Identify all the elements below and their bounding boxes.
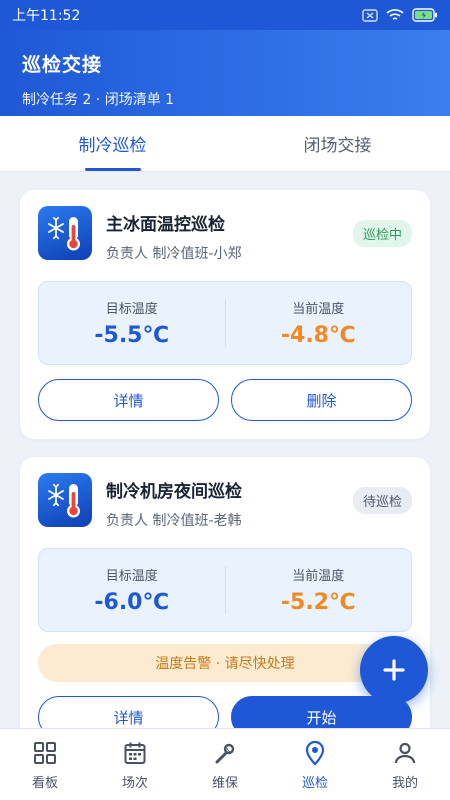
task-card: 主冰面温控巡检 负责人 制冷值班-小郑 巡检中 目标温度 -5.5℃ 当前温度 …: [20, 190, 430, 439]
tab-closing-handover[interactable]: 闭场交接: [225, 116, 450, 171]
grid-icon: [31, 739, 59, 767]
nav-item-dashboard[interactable]: 看板: [0, 729, 90, 800]
card-owner: 负责人 制冷值班-小郑: [106, 246, 242, 262]
details-button[interactable]: 详情: [38, 379, 219, 421]
card-title: 主冰面温控巡检: [106, 215, 225, 235]
plus-icon: [383, 659, 405, 681]
bottom-nav: 看板 场次 维保 巡检 我的: [0, 728, 450, 800]
details-button[interactable]: 详情: [38, 696, 219, 728]
status-bar: 上午11:52: [0, 0, 450, 30]
sim-off-icon: [362, 8, 378, 22]
temperature-panel: 目标温度 -6.0℃ 当前温度 -5.2℃: [38, 548, 412, 632]
page-header: 巡检交接 制冷任务 2 · 闭场清单 1: [0, 30, 450, 116]
thermometer-snowflake-icon: [38, 473, 92, 527]
tab-bar: 制冷巡检 闭场交接: [0, 116, 450, 172]
nav-item-inspection[interactable]: 巡检: [270, 729, 360, 800]
status-time: 上午11:52: [12, 8, 81, 24]
wifi-icon: [386, 8, 404, 22]
current-temp-label: 当前温度: [292, 302, 345, 317]
nav-label: 我的: [391, 775, 418, 791]
temperature-alert: 温度告警 · 请尽快处理: [38, 644, 412, 682]
current-temp-value: -5.2℃: [280, 590, 356, 615]
location-icon: [301, 739, 329, 767]
target-temp-value: -6.0℃: [94, 590, 170, 615]
nav-label: 场次: [121, 775, 148, 791]
nav-label: 巡检: [301, 775, 328, 791]
battery-charging-icon: [412, 8, 438, 22]
target-temp-value: -5.5℃: [94, 323, 170, 348]
card-title: 制冷机房夜间巡检: [106, 482, 242, 502]
card-owner: 负责人 制冷值班-老韩: [106, 513, 242, 529]
nav-label: 看板: [31, 775, 58, 791]
nav-item-profile[interactable]: 我的: [360, 729, 450, 800]
thermometer-snowflake-icon: [38, 206, 92, 260]
tab-refrigeration-inspection[interactable]: 制冷巡检: [0, 116, 225, 171]
page-subtitle: 制冷任务 2 · 闭场清单 1: [22, 92, 175, 108]
temperature-panel: 目标温度 -5.5℃ 当前温度 -4.8℃: [38, 281, 412, 365]
nav-item-sessions[interactable]: 场次: [90, 729, 180, 800]
current-temp-value: -4.8℃: [280, 323, 356, 348]
target-temp-label: 目标温度: [105, 569, 158, 584]
add-task-button[interactable]: [360, 636, 428, 704]
delete-button[interactable]: 删除: [231, 379, 412, 421]
current-temp-label: 当前温度: [292, 569, 345, 584]
status-badge: 巡检中: [352, 220, 412, 247]
status-badge: 待巡检: [352, 487, 412, 514]
wrench-icon: [211, 739, 239, 767]
calendar-icon: [121, 739, 149, 767]
user-icon: [391, 739, 419, 767]
nav-label: 维保: [211, 775, 238, 791]
target-temp-label: 目标温度: [105, 302, 158, 317]
nav-item-maintenance[interactable]: 维保: [180, 729, 270, 800]
page-title: 巡检交接: [22, 54, 103, 76]
